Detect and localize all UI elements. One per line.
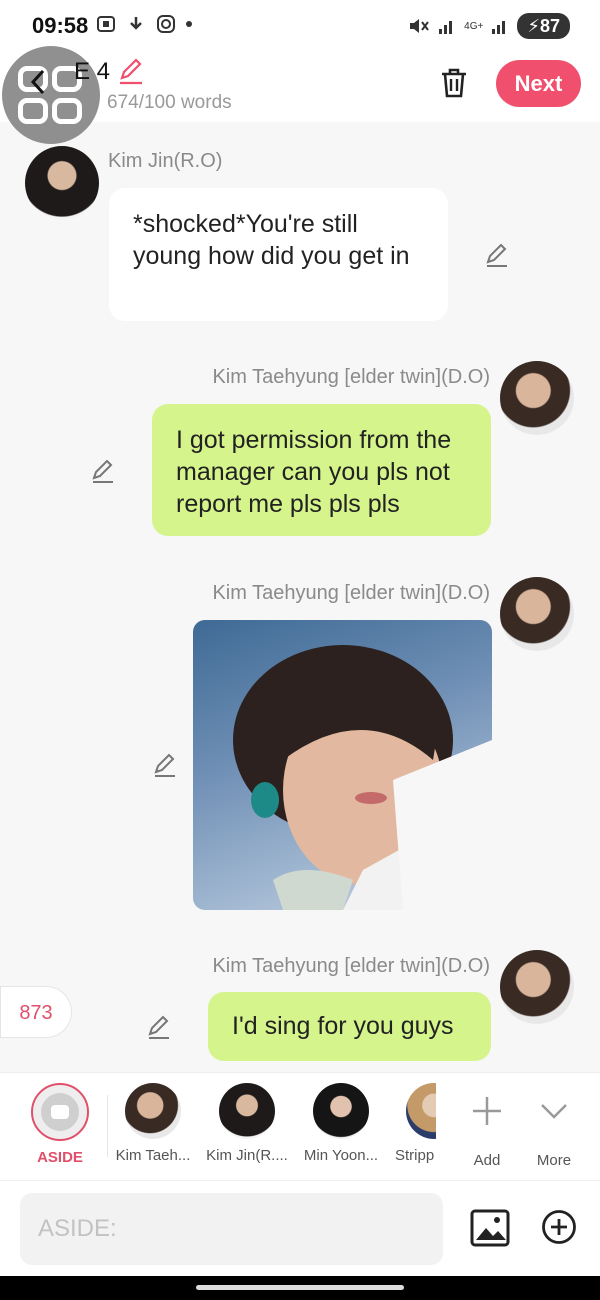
avatar: [219, 1083, 275, 1139]
edit-message-icon[interactable]: [90, 458, 116, 484]
message-bubble[interactable]: I'd sing for you guys: [208, 992, 491, 1061]
character-item[interactable]: Kim Taeh...: [108, 1083, 198, 1164]
widget-square-icon: [18, 98, 48, 124]
system-nav-bar: [0, 1276, 600, 1300]
instagram-icon: [157, 15, 175, 33]
battery-level: 87: [539, 16, 560, 36]
status-bar: 09:58 4G+ ⚡87: [0, 0, 600, 52]
photo-portrait: [233, 645, 492, 910]
avatar[interactable]: [25, 146, 99, 220]
battery-indicator: ⚡87: [517, 13, 570, 39]
character-name: Stripp: [395, 1147, 435, 1164]
word-count: 674/100 words: [107, 92, 232, 113]
avatar[interactable]: [500, 361, 574, 435]
edit-message-icon[interactable]: [146, 1014, 172, 1040]
image-icon[interactable]: [470, 1209, 510, 1247]
chevron-down-icon: [541, 1104, 567, 1119]
status-icons-right: 4G+ ⚡87: [408, 13, 570, 39]
avatar[interactable]: [500, 577, 574, 651]
message-input[interactable]: [20, 1193, 443, 1265]
message-bubble[interactable]: I got permission from the manager can yo…: [152, 404, 491, 536]
sender-name: Kim Taehyung [elder twin](D.O): [212, 366, 490, 388]
message-counter-badge[interactable]: 873: [0, 986, 72, 1038]
edit-message-icon[interactable]: [484, 242, 510, 268]
character-item[interactable]: Kim Jin(R....: [202, 1083, 292, 1164]
status-icons-left: [96, 14, 192, 34]
avatar: [406, 1083, 436, 1139]
back-arrow-icon[interactable]: [28, 68, 48, 96]
notification-dot-icon: [186, 21, 192, 27]
add-circle-icon[interactable]: [541, 1209, 577, 1245]
status-time: 09:58: [32, 13, 89, 38]
story-title[interactable]: E 4: [74, 58, 110, 86]
signal-icon-2: [492, 21, 506, 34]
download-icon: [130, 17, 142, 30]
plus-icon: [473, 1097, 501, 1125]
aside-character[interactable]: ASIDE: [15, 1083, 105, 1166]
input-bar: [0, 1180, 600, 1276]
chat-area: Kim Jin(R.O) *shocked*You're still young…: [0, 122, 600, 1072]
more-characters-button[interactable]: More: [509, 1083, 599, 1169]
home-handle[interactable]: [196, 1285, 404, 1290]
mute-icon: [410, 19, 429, 33]
aside-label: ASIDE: [37, 1149, 83, 1166]
avatar: [313, 1083, 369, 1139]
character-item[interactable]: Min Yoon...: [296, 1083, 386, 1164]
character-name: Min Yoon...: [303, 1147, 379, 1164]
more-label: More: [536, 1152, 572, 1169]
screenshot-icon: [97, 16, 115, 32]
message-bubble[interactable]: *shocked*You're still young how did you …: [109, 188, 448, 321]
widget-square-icon: [52, 98, 82, 124]
aside-icon: [31, 1083, 89, 1141]
signal-icon: [439, 21, 453, 34]
sender-name: Kim Taehyung [elder twin](D.O): [212, 955, 490, 977]
character-name: Kim Taeh...: [115, 1147, 191, 1164]
network-type: 4G+: [464, 20, 484, 32]
sender-name: Kim Taehyung [elder twin](D.O): [212, 582, 490, 604]
avatar[interactable]: [500, 950, 574, 1024]
character-selector: ASIDE Kim Taeh... Kim Jin(R.... Min Yoon…: [0, 1072, 600, 1180]
trash-icon[interactable]: [438, 66, 470, 100]
character-item[interactable]: Stripp: [390, 1083, 436, 1164]
sender-name: Kim Jin(R.O): [108, 150, 223, 172]
edit-title-icon[interactable]: [116, 56, 146, 86]
next-button[interactable]: Next: [496, 60, 581, 107]
avatar: [125, 1083, 181, 1139]
edit-message-icon[interactable]: [152, 752, 178, 778]
message-photo[interactable]: [193, 620, 492, 910]
character-name: Kim Jin(R....: [206, 1147, 288, 1164]
